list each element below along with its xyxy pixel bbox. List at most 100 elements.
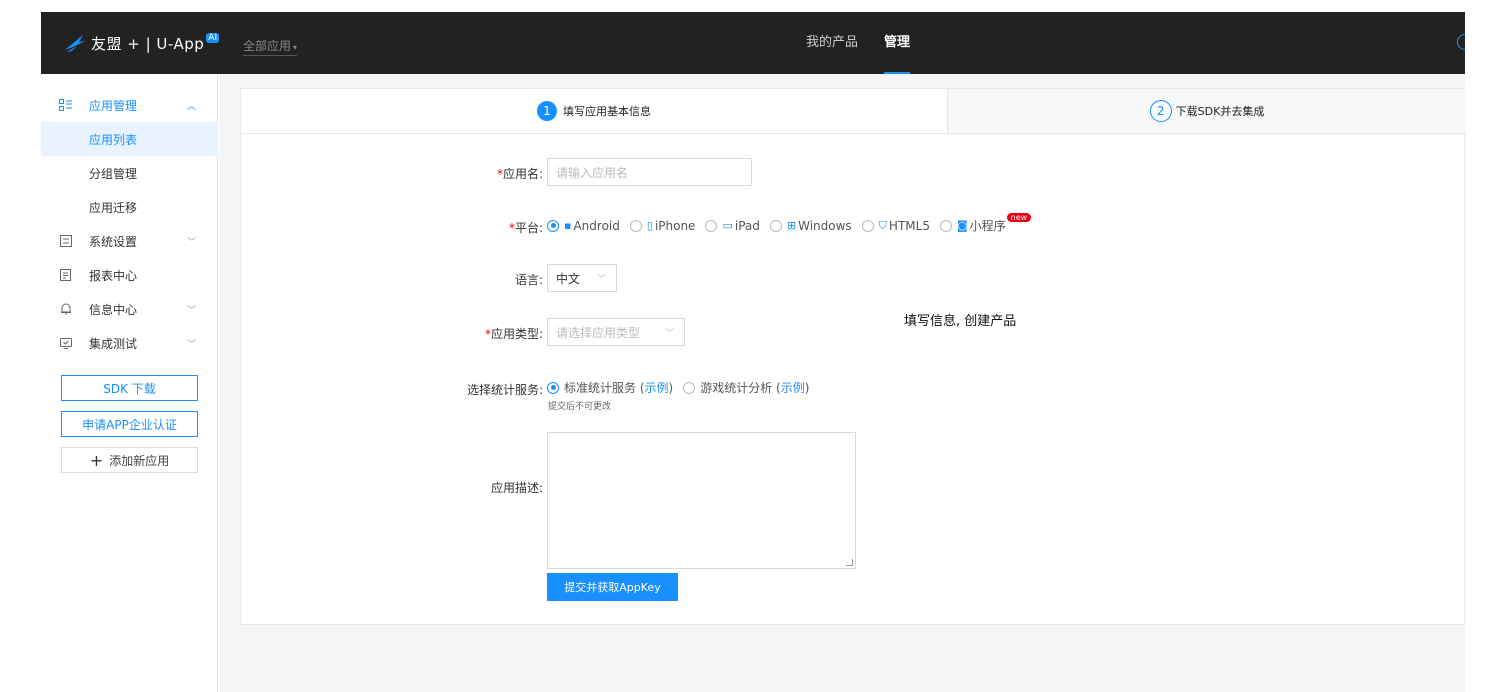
platform-option-label: Android [573, 218, 620, 233]
radio-button[interactable] [939, 219, 952, 232]
description-textarea[interactable] [547, 432, 856, 569]
language-select[interactable]: 中文 ﹀ [547, 264, 617, 292]
sidebar-group-report-center[interactable]: 报表中心 [41, 258, 218, 292]
app-type-placeholder: 请选择应用类型 [556, 325, 641, 340]
sidebar-group-info-center[interactable]: 信息中心 ﹀ [41, 292, 218, 326]
stats-option-label: 游戏统计分析 [700, 381, 773, 395]
platform-option-iphone[interactable]: ▯ iPhone [629, 218, 696, 233]
stats-option-label: 标准统计服务 [564, 381, 637, 395]
bell-icon [59, 303, 72, 316]
radio-button[interactable] [861, 219, 874, 232]
overlay-note: 填写信息, 创建产品 [904, 314, 1017, 329]
enterprise-cert-button[interactable]: 申请APP企业认证 [61, 411, 198, 437]
app-type-select[interactable]: 请选择应用类型 ﹀ [547, 318, 685, 346]
windows-icon: ⊞ [786, 219, 797, 232]
top-navigation-bar: 友盟 + | U-App AI 全部应用 ▾ 我的产品 管理 [41, 12, 1465, 74]
add-app-button[interactable]: + 添加新应用 [61, 447, 198, 473]
sidebar-item-app-migration[interactable]: 应用迁移 [41, 190, 218, 224]
example-link[interactable]: 示例 [645, 379, 669, 396]
resize-handle-icon[interactable] [846, 559, 853, 566]
nav-manage[interactable]: 管理 [884, 12, 911, 74]
stats-option-standard[interactable]: 标准统计服务 (示例) [547, 379, 673, 396]
step-number-2: 2 [1149, 100, 1172, 122]
app-selector-dropdown[interactable]: 全部应用 ▾ [243, 37, 298, 56]
bird-logo-icon [65, 35, 85, 52]
top-nav: 我的产品 管理 [806, 12, 936, 74]
stats-option-game[interactable]: 游戏统计分析 (示例) [683, 379, 809, 396]
sidebar-group-label: 集成测试 [89, 336, 138, 351]
platform-option-miniprogram[interactable]: ◙ 小程序 new [939, 213, 1032, 234]
step-number-1: 1 [537, 101, 557, 121]
user-icon-partial[interactable] [1457, 34, 1465, 50]
chevron-up-icon: ︿ [187, 101, 197, 112]
platform-option-label: iPad [734, 218, 760, 233]
sidebar-group-app-management[interactable]: 应用管理 ︿ [41, 88, 218, 122]
step-label-2: 下载SDK并去集成 [1175, 105, 1265, 118]
platform-option-android[interactable]: ▪ Android [547, 219, 620, 233]
radio-button[interactable] [547, 219, 559, 232]
sidebar-group-label: 应用管理 [89, 98, 138, 113]
sidebar-item-label: 应用迁移 [89, 200, 138, 215]
sidebar-item-label: 分组管理 [89, 166, 138, 181]
monitor-icon [59, 337, 72, 350]
radio-button[interactable] [547, 381, 559, 394]
html5-icon: ⛉ [878, 218, 887, 232]
android-icon: ▪ [564, 219, 572, 232]
nav-my-products[interactable]: 我的产品 [806, 12, 858, 74]
platform-option-windows[interactable]: ⊞ Windows [769, 218, 852, 233]
radio-button[interactable] [769, 219, 782, 232]
ai-badge: AI [206, 33, 220, 43]
chevron-down-icon: ﹀ [187, 339, 197, 350]
sidebar-item-label: 应用列表 [89, 132, 138, 147]
add-app-label: 添加新应用 [109, 453, 170, 468]
sidebar-group-label: 信息中心 [89, 302, 138, 317]
sdk-download-button[interactable]: SDK 下载 [61, 375, 198, 401]
radio-button[interactable] [683, 381, 696, 394]
app-type-label-text: 应用类型: [490, 327, 543, 341]
logo-text: 友盟 + | U-App [91, 34, 205, 53]
settings-panel-icon [59, 235, 72, 248]
platform-option-label: HTML5 [888, 218, 930, 233]
create-app-card: 1 填写应用基本信息 2 下载SDK并去集成 *应用名: 请输入应用名 *平台:… [240, 88, 1466, 625]
app-name-label: *应用名: [403, 165, 543, 182]
app-type-label: *应用类型: [403, 325, 543, 342]
sidebar-item-group-management[interactable]: 分组管理 [41, 156, 218, 190]
stats-service-options: 标准统计服务 (示例) 游戏统计分析 (示例) [547, 379, 819, 396]
platform-option-label: iPhone [654, 218, 696, 233]
app-name-input[interactable]: 请输入应用名 [547, 158, 752, 186]
platform-option-ipad[interactable]: ▭ iPad [705, 218, 760, 233]
app-name-label-text: 应用名: [502, 167, 543, 181]
new-badge: new [1006, 213, 1032, 222]
submit-get-appkey-button[interactable]: 提交并获取AppKey [547, 573, 678, 601]
radio-button[interactable] [629, 219, 642, 232]
description-label: 应用描述: [490, 481, 543, 495]
sidebar-group-label: 报表中心 [89, 268, 138, 283]
example-link[interactable]: 示例 [781, 379, 805, 396]
sidebar-group-integration-test[interactable]: 集成测试 ﹀ [41, 326, 218, 360]
miniprogram-icon: ◙ [956, 219, 968, 232]
language-label: 语言: [514, 273, 543, 287]
platform-label: *平台: [403, 219, 543, 236]
platform-label-text: 平台: [514, 221, 543, 235]
list-grid-icon [59, 98, 72, 112]
stats-service-label: 选择统计服务: [466, 383, 543, 397]
chevron-down-icon: ﹀ [187, 237, 197, 248]
platform-option-label: Windows [798, 218, 852, 233]
report-icon [59, 269, 72, 282]
platform-option-html5[interactable]: ⛉ HTML5 [861, 218, 930, 233]
umeng-logo[interactable]: 友盟 + | U-App AI [63, 32, 220, 54]
stats-hint: 提交后不可更改 [548, 402, 612, 412]
sidebar-item-app-list[interactable]: 应用列表 [41, 122, 218, 156]
language-value: 中文 [556, 271, 581, 286]
step-indicator: 1 填写应用基本信息 2 下载SDK并去集成 [241, 89, 1466, 134]
platform-option-label: 小程序 [969, 219, 1006, 233]
radio-button[interactable] [705, 219, 718, 232]
sidebar-group-label: 系统设置 [89, 234, 138, 249]
step-2: 2 下载SDK并去集成 [948, 89, 1466, 133]
caret-down-icon: ▾ [293, 43, 298, 52]
sidebar-group-system-settings[interactable]: 系统设置 ﹀ [41, 224, 218, 258]
iphone-icon: ▯ [646, 219, 653, 232]
chevron-down-icon: ﹀ [596, 274, 606, 285]
chevron-down-icon: ﹀ [664, 328, 674, 339]
chevron-down-icon: ﹀ [187, 305, 197, 316]
